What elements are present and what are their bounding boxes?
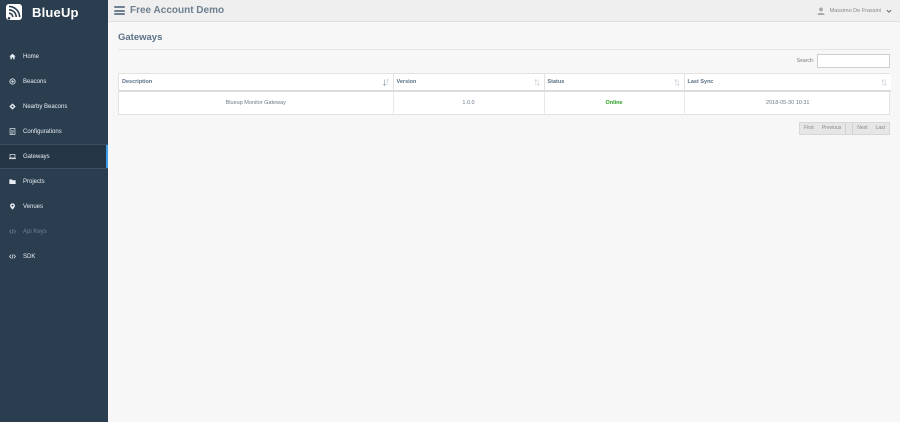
sidebar-item-label: Api Keys <box>23 228 47 235</box>
beacon-icon <box>8 77 17 86</box>
column-header-status[interactable]: Status <box>544 74 685 92</box>
map-marker-icon <box>8 202 17 211</box>
pagination-last[interactable]: Last <box>872 123 889 134</box>
pagination-next[interactable]: Next <box>853 123 871 134</box>
table-row[interactable]: Blueup Monitor Gateway 1.0.0 Online 2018… <box>119 91 891 114</box>
sort-icon <box>881 78 887 87</box>
sidebar-item-label: Beacons <box>23 78 47 85</box>
sidebar-item-projects[interactable]: Projects <box>0 169 108 194</box>
search-input[interactable] <box>817 54 890 68</box>
sidebar-item-venues[interactable]: Venues <box>0 194 108 219</box>
cell-version: 1.0.0 <box>393 91 545 114</box>
main-content: Gateways Search: Description Version Sta… <box>108 22 900 422</box>
laptop-icon <box>8 152 17 161</box>
sidebar-item-label: Projects <box>23 178 45 185</box>
column-header-version[interactable]: Version <box>393 74 545 92</box>
column-header-description[interactable]: Description <box>119 74 394 92</box>
sidebar-item-label: Configurations <box>23 128 62 135</box>
search-label: Search: <box>796 58 814 64</box>
pagination-previous[interactable]: Previous <box>818 123 845 134</box>
code-icon <box>8 252 17 261</box>
cell-last-sync: 2018-05-30 10:31 <box>766 100 810 106</box>
chevron-down-icon <box>886 8 892 14</box>
sidebar-item-nearby-beacons[interactable]: Nearby Beacons <box>0 94 108 119</box>
sidebar-item-api-keys: Api Keys <box>0 219 108 244</box>
pagination: First Previous Next Last <box>799 122 890 135</box>
code-icon <box>8 227 17 236</box>
app-title: Free Account Demo <box>130 5 225 16</box>
sidebar-item-label: Venues <box>23 203 44 210</box>
pagination-first[interactable]: First <box>800 123 818 134</box>
gateways-table: Description Version Status Last Sync Blu… <box>118 73 891 115</box>
sidebar-item-sdk[interactable]: SDK <box>0 244 108 269</box>
configurations-icon <box>8 127 17 136</box>
search-box: Search: <box>797 54 890 68</box>
brand-name: BlueUp <box>32 4 79 20</box>
title-divider <box>118 49 890 50</box>
table-header-row: Description Version Status Last Sync <box>119 74 891 92</box>
sidebar-item-label: Home <box>23 53 40 60</box>
status-badge: Online <box>544 91 685 114</box>
sidebar-item-gateways[interactable]: Gateways <box>0 144 108 169</box>
sidebar: BlueUp Home Beacons Nearby Beacons Confi… <box>0 0 108 422</box>
sidebar-item-beacons[interactable]: Beacons <box>0 69 108 94</box>
sidebar-item-home[interactable]: Home <box>0 44 108 69</box>
sidebar-nav: Home Beacons Nearby Beacons Configuratio… <box>0 44 108 269</box>
user-avatar-icon <box>817 7 825 15</box>
sort-icon <box>673 78 680 87</box>
folder-icon <box>8 177 17 186</box>
nearby-icon <box>8 102 17 111</box>
hamburger-menu-icon[interactable] <box>114 6 125 15</box>
pagination-divider <box>845 123 854 134</box>
home-icon <box>8 52 17 61</box>
brand[interactable]: BlueUp <box>0 0 108 24</box>
column-header-last-sync[interactable]: Last Sync <box>684 74 891 92</box>
page-title: Gateways <box>118 32 163 43</box>
top-bar: Free Account Demo Massimo De Frassini <box>108 0 900 22</box>
cell-description: Blueup Monitor Gateway <box>119 91 394 114</box>
sidebar-item-label: Gateways <box>23 153 50 160</box>
wifi-logo-icon <box>6 4 22 20</box>
sort-ascending-icon <box>382 79 389 87</box>
sort-icon <box>533 78 540 87</box>
sidebar-item-label: Nearby Beacons <box>23 103 68 110</box>
sidebar-item-label: SDK <box>23 253 36 260</box>
user-name: Massimo De Frassini <box>829 8 881 14</box>
sidebar-item-configurations[interactable]: Configurations <box>0 119 108 144</box>
user-menu[interactable]: Massimo De Frassini <box>817 0 892 22</box>
